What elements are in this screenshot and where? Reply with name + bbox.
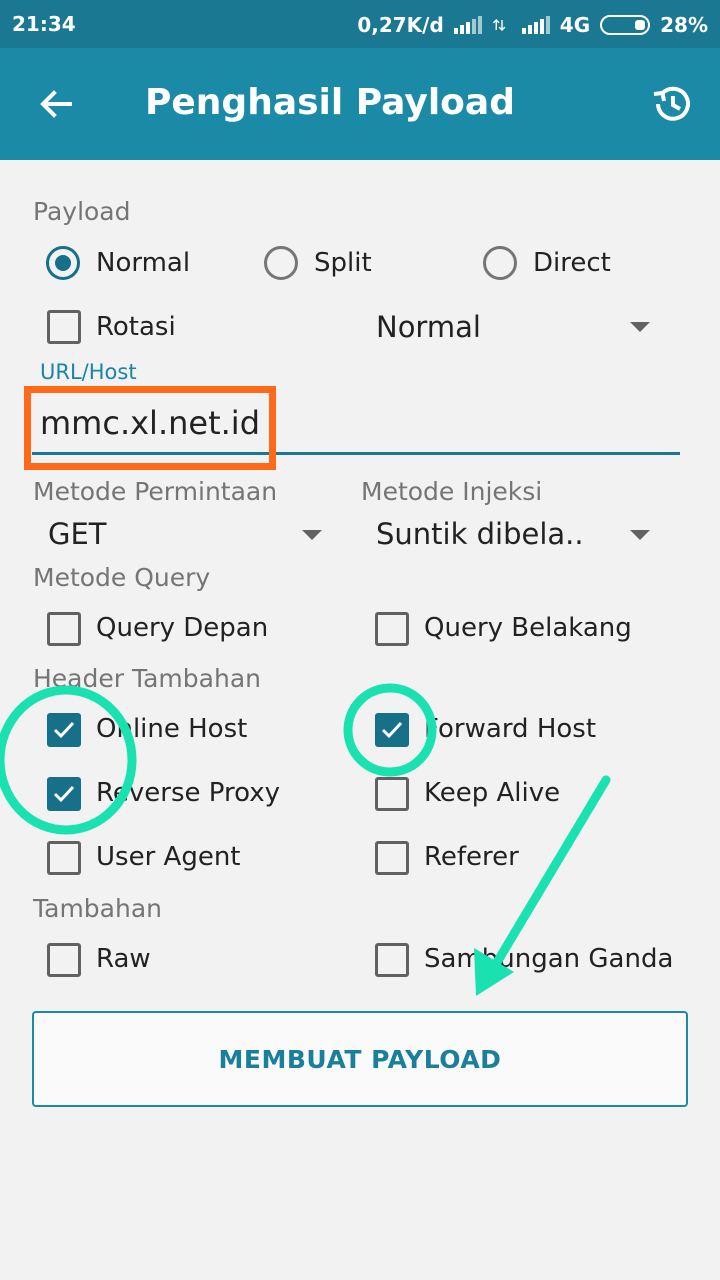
radio-normal-label[interactable]: Normal: [96, 248, 190, 278]
status-right: 0,27K/d 4G 28%: [357, 12, 708, 38]
status-time: 21:34: [12, 12, 76, 36]
battery-percent: 28%: [660, 13, 708, 37]
checkbox-label[interactable]: Raw: [96, 944, 151, 974]
checkbox-box[interactable]: [375, 612, 409, 646]
url-host-underline: [32, 452, 680, 455]
network-type: 4G: [559, 13, 591, 37]
radio-normal-indicator[interactable]: [46, 246, 80, 280]
checkbox-label[interactable]: Forward Host: [424, 714, 596, 744]
radio-direct-indicator[interactable]: [483, 246, 517, 280]
history-icon[interactable]: [650, 82, 694, 126]
checkbox-box[interactable]: [47, 612, 81, 646]
extra-header-label: Header Tambahan: [33, 664, 261, 693]
check-icon: [53, 721, 75, 739]
checkbox-label[interactable]: User Agent: [96, 842, 241, 872]
arrow-back-icon[interactable]: [36, 84, 76, 124]
network-speed: 0,27K/d: [357, 13, 444, 37]
payload-section-label: Payload: [33, 197, 131, 226]
checkbox-label[interactable]: Sambungan Ganda: [424, 944, 673, 974]
request-method-label: Metode Permintaan: [33, 477, 278, 506]
payload-mode-value[interactable]: Normal: [376, 310, 481, 344]
checkbox-label[interactable]: Query Belakang: [424, 613, 632, 643]
page-title: Penghasil Payload: [145, 82, 515, 123]
url-host-label: URL/Host: [40, 360, 137, 384]
signal-icon-2: [521, 16, 550, 34]
checkbox-label[interactable]: Reverse Proxy: [96, 778, 280, 808]
generate-payload-button[interactable]: MEMBUAT PAYLOAD: [32, 1011, 688, 1107]
checkbox-box[interactable]: [375, 777, 409, 811]
status-bar: 21:34 0,27K/d 4G 28%: [0, 0, 720, 48]
checkbox-label[interactable]: Query Depan: [96, 613, 268, 643]
checkbox-box-checked[interactable]: [47, 713, 81, 747]
app-bar: Penghasil Payload: [0, 48, 720, 160]
check-icon: [53, 785, 75, 803]
extras-label: Tambahan: [33, 894, 163, 923]
rotation-checkbox-box[interactable]: [47, 310, 81, 344]
signal-icon: [453, 16, 482, 34]
rotation-label[interactable]: Rotasi: [96, 312, 176, 342]
injection-method-label: Metode Injeksi: [361, 477, 543, 506]
radio-direct-label[interactable]: Direct: [533, 248, 611, 278]
battery-icon: [600, 15, 651, 35]
dropdown-arrow-icon[interactable]: [630, 530, 650, 540]
dropdown-arrow-icon[interactable]: [630, 322, 650, 332]
checkbox-label[interactable]: Referer: [424, 842, 519, 872]
checkbox-box[interactable]: [375, 841, 409, 875]
checkbox-box[interactable]: [47, 943, 81, 977]
request-method-value[interactable]: GET: [48, 517, 107, 551]
checkbox-box[interactable]: [47, 841, 81, 875]
check-icon: [381, 721, 403, 739]
checkbox-box-checked[interactable]: [47, 777, 81, 811]
checkbox-box[interactable]: [375, 943, 409, 977]
checkbox-box-checked[interactable]: [375, 713, 409, 747]
url-host-input[interactable]: [32, 392, 680, 454]
radio-split-label[interactable]: Split: [314, 248, 372, 278]
dropdown-arrow-icon[interactable]: [302, 530, 322, 540]
checkbox-label[interactable]: Online Host: [96, 714, 247, 744]
data-transfer-icon: [492, 18, 506, 32]
query-method-label: Metode Query: [33, 563, 211, 592]
injection-method-value[interactable]: Suntik dibela..: [376, 517, 584, 551]
radio-split-indicator[interactable]: [264, 246, 298, 280]
checkbox-label[interactable]: Keep Alive: [424, 778, 560, 808]
